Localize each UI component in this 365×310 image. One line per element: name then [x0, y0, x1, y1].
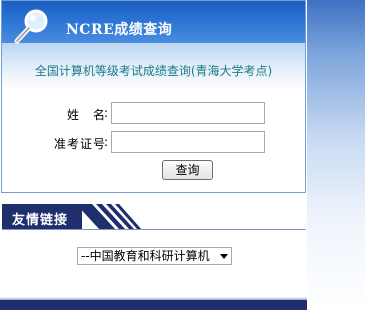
panel-title: NCRE成绩查询 — [66, 22, 173, 38]
chevron-down-icon — [220, 254, 228, 259]
footer-bar — [0, 297, 307, 310]
name-colon: : — [104, 106, 109, 120]
panel-subtitle: 全国计算机等级考试成绩查询(青海大学考点) — [34, 64, 273, 78]
name-input[interactable] — [111, 102, 265, 124]
search-button[interactable]: 查询 — [162, 160, 213, 180]
exam-id-input[interactable] — [111, 131, 265, 153]
links-divider — [2, 229, 306, 230]
links-header: 友情链接 — [2, 204, 142, 230]
exam-id-row: 准考证号 : — [2, 131, 305, 153]
friend-links-dropdown[interactable]: --中国教育和科研计算机 — [77, 247, 232, 265]
links-title: 友情链接 — [12, 213, 69, 228]
decorative-gradient-strip — [307, 0, 365, 310]
name-row: 姓 名 : — [2, 102, 305, 124]
name-label: 姓 名 — [66, 108, 106, 122]
exam-id-colon: : — [104, 135, 109, 149]
dropdown-selected-value: --中国教育和科研计算机 — [81, 249, 210, 263]
stripes-decoration — [76, 204, 142, 230]
exam-id-label: 准考证号 — [53, 137, 106, 151]
magnifier-icon — [14, 9, 48, 44]
score-query-panel: NCRE成绩查询 全国计算机等级考试成绩查询(青海大学考点) 姓 名 : 准考证… — [1, 0, 306, 193]
